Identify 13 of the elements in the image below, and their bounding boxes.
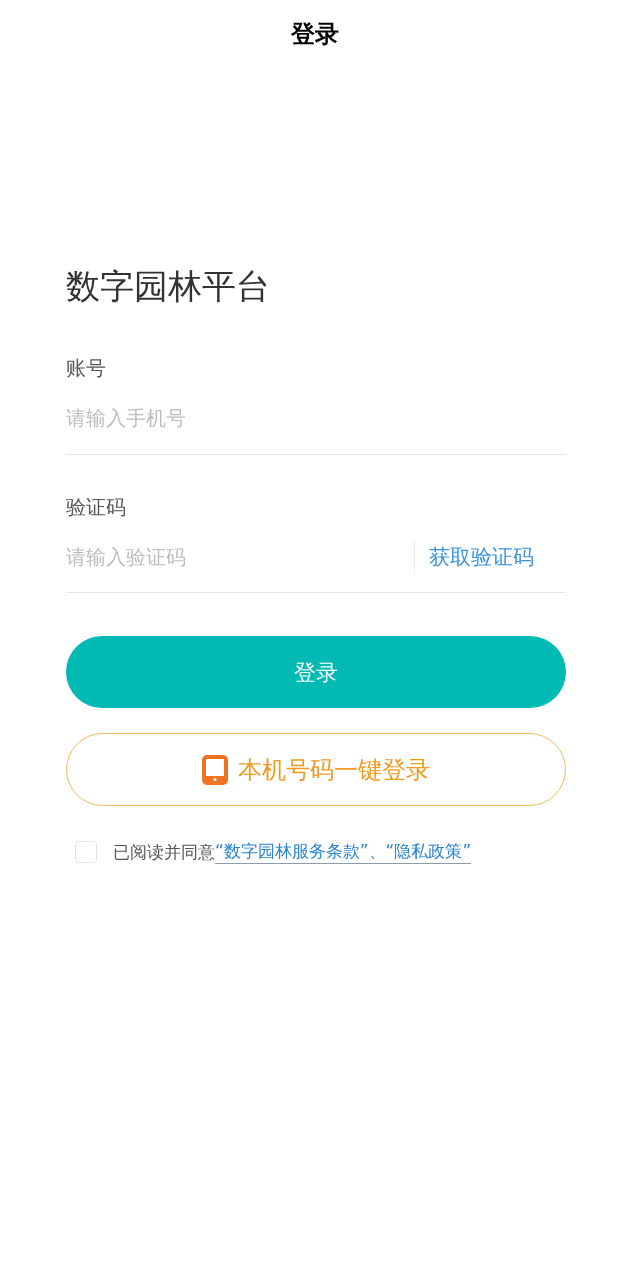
get-code-button[interactable]: 获取验证码: [429, 542, 534, 571]
login-button[interactable]: 登录: [66, 636, 566, 708]
agreement-checkbox[interactable]: [75, 840, 97, 863]
app-title: 数字园林平台: [66, 266, 270, 306]
page-title: 登录: [291, 19, 339, 49]
field-label: 账号: [66, 355, 106, 382]
field-label: 验证码: [66, 494, 126, 521]
terms-link[interactable]: “数字园林服务条款”、“隐私政策”: [215, 839, 472, 864]
tablet-icon: [202, 754, 228, 785]
input-field[interactable]: 请输入验证码: [66, 536, 414, 577]
agreement-text: 已阅读并同意: [113, 840, 215, 864]
input-field[interactable]: 请输入手机号: [66, 398, 566, 438]
one-tap-login-button[interactable]: 本机号码一键登录: [66, 733, 566, 806]
